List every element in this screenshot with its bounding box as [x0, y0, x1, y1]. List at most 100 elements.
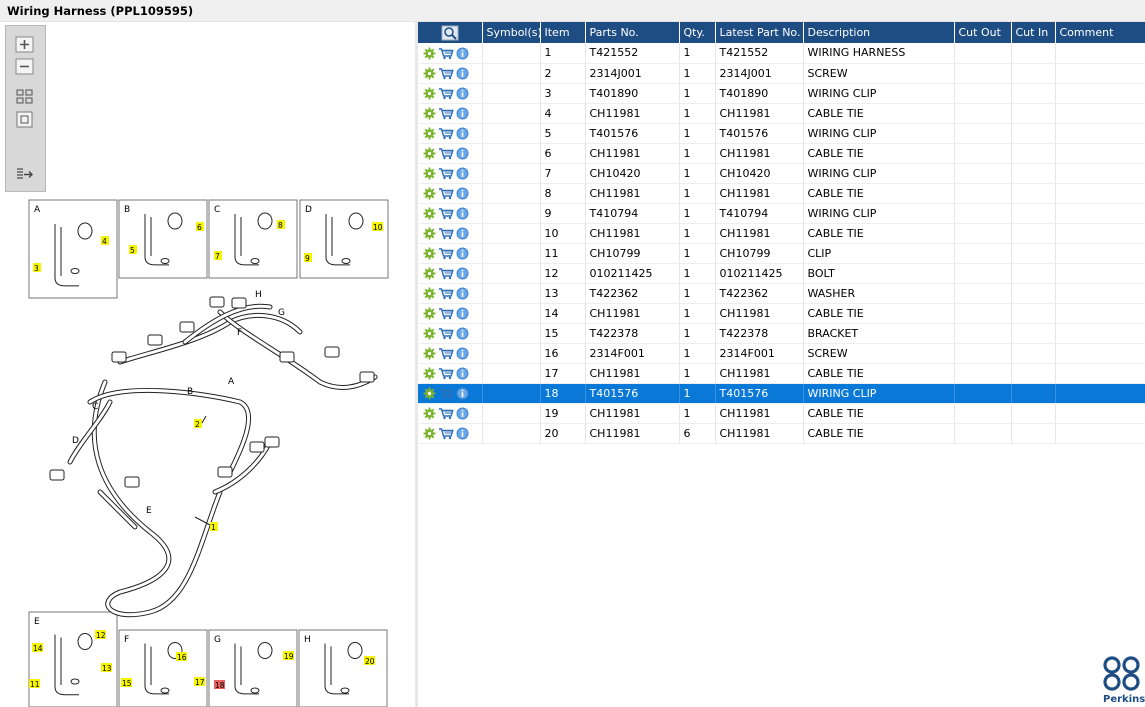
table-row[interactable]: 8 CH11981 1 CH11981 CABLE TIE: [418, 183, 1145, 204]
cart-icon[interactable]: [438, 386, 456, 399]
info-icon[interactable]: [456, 146, 471, 160]
gear-icon[interactable]: [423, 126, 438, 140]
gear-icon[interactable]: [423, 286, 438, 300]
info-icon[interactable]: [456, 186, 471, 200]
column-header-parts-no[interactable]: Parts No.: [585, 22, 680, 43]
table-row[interactable]: 9 T410794 1 T410794 WIRING CLIP: [418, 203, 1145, 224]
info-icon[interactable]: [456, 86, 471, 100]
gear-icon[interactable]: [423, 266, 438, 280]
table-row[interactable]: 10 CH11981 1 CH11981 CABLE TIE: [418, 223, 1145, 244]
table-row[interactable]: 6 CH11981 1 CH11981 CABLE TIE: [418, 143, 1145, 164]
cell-item: 5: [540, 123, 586, 144]
gear-icon[interactable]: [423, 326, 438, 340]
table-row[interactable]: 3 T401890 1 T401890 WIRING CLIP: [418, 83, 1145, 104]
gear-icon[interactable]: [423, 186, 438, 200]
column-header-latest-part-no[interactable]: Latest Part No.: [715, 22, 804, 43]
info-icon[interactable]: [456, 226, 471, 240]
column-header-qty[interactable]: Qty.: [679, 22, 716, 43]
info-icon[interactable]: [456, 306, 471, 320]
info-icon[interactable]: [456, 366, 471, 380]
info-icon[interactable]: [456, 346, 471, 360]
info-icon[interactable]: [456, 326, 471, 340]
cart-icon[interactable]: [438, 306, 456, 319]
column-header-tools[interactable]: [418, 22, 483, 43]
cart-icon[interactable]: [438, 206, 456, 219]
cart-icon[interactable]: [438, 426, 456, 439]
column-header-symbols[interactable]: Symbol(s): [482, 22, 541, 43]
cart-icon[interactable]: [438, 106, 456, 119]
cart-icon[interactable]: [438, 86, 456, 99]
gear-icon[interactable]: [423, 166, 438, 180]
cart-icon[interactable]: [438, 266, 456, 279]
cell-item: 14: [540, 303, 586, 324]
cell-qty: 1: [679, 123, 716, 144]
info-icon[interactable]: [456, 246, 471, 260]
gear-icon[interactable]: [423, 386, 438, 400]
cart-icon[interactable]: [438, 346, 456, 359]
cart-icon[interactable]: [438, 406, 456, 419]
cart-icon[interactable]: [438, 46, 456, 59]
table-row[interactable]: 15 T422378 1 T422378 BRACKET: [418, 323, 1145, 344]
gear-icon[interactable]: [423, 246, 438, 260]
column-header-description[interactable]: Description: [803, 22, 955, 43]
gear-icon[interactable]: [423, 306, 438, 320]
parts-table: Symbol(s) Item Parts No. Qty. Latest Par…: [418, 22, 1145, 444]
info-icon[interactable]: [456, 166, 471, 180]
gear-icon[interactable]: [423, 46, 438, 59]
callout-label: 3: [34, 264, 39, 273]
cart-icon[interactable]: [438, 186, 456, 199]
info-icon[interactable]: [456, 286, 471, 300]
cart-icon[interactable]: [438, 146, 456, 159]
table-row[interactable]: 2 2314J001 1 2314J001 SCREW: [418, 63, 1145, 84]
gear-icon[interactable]: [423, 226, 438, 240]
gear-icon[interactable]: [423, 426, 438, 440]
gear-icon[interactable]: [423, 366, 438, 380]
table-row[interactable]: 18 T401576 1 T401576 WIRING CLIP: [418, 383, 1145, 404]
gear-icon[interactable]: [423, 66, 438, 80]
table-row[interactable]: 19 CH11981 1 CH11981 CABLE TIE: [418, 403, 1145, 424]
column-header-item[interactable]: Item: [540, 22, 586, 43]
column-header-cut-out[interactable]: Cut Out: [954, 22, 1012, 43]
gear-icon[interactable]: [423, 346, 438, 360]
table-row[interactable]: 14 CH11981 1 CH11981 CABLE TIE: [418, 303, 1145, 324]
cart-icon[interactable]: [438, 286, 456, 299]
cart-icon[interactable]: [438, 66, 456, 79]
gear-icon[interactable]: [423, 146, 438, 160]
info-icon[interactable]: [456, 426, 471, 440]
column-header-comment[interactable]: Comment: [1055, 22, 1145, 43]
gear-icon[interactable]: [423, 406, 438, 420]
table-row[interactable]: 12 010211425 1 010211425 BOLT: [418, 263, 1145, 284]
info-icon[interactable]: [456, 126, 471, 140]
table-row[interactable]: 13 T422362 1 T422362 WASHER: [418, 283, 1145, 304]
table-row[interactable]: 17 CH11981 1 CH11981 CABLE TIE: [418, 363, 1145, 384]
cell-item: 13: [540, 283, 586, 304]
info-icon[interactable]: [456, 106, 471, 120]
table-row[interactable]: 20 CH11981 6 CH11981 CABLE TIE: [418, 423, 1145, 444]
cart-icon[interactable]: [438, 126, 456, 139]
cell-description: BOLT: [803, 263, 955, 284]
cart-icon[interactable]: [438, 326, 456, 339]
gear-icon[interactable]: [423, 86, 438, 100]
info-icon[interactable]: [456, 386, 471, 400]
table-row[interactable]: 16 2314F001 1 2314F001 SCREW: [418, 343, 1145, 364]
info-icon[interactable]: [456, 206, 471, 220]
cart-icon[interactable]: [438, 246, 456, 259]
table-row[interactable]: 7 CH10420 1 CH10420 WIRING CLIP: [418, 163, 1145, 184]
info-icon[interactable]: [456, 406, 471, 420]
harness-section-label: D: [72, 436, 79, 446]
magnifier-icon[interactable]: [441, 25, 459, 41]
info-icon[interactable]: [456, 66, 471, 80]
cart-icon[interactable]: [438, 226, 456, 239]
cart-icon[interactable]: [438, 166, 456, 179]
gear-icon[interactable]: [423, 206, 438, 220]
info-icon[interactable]: [456, 266, 471, 280]
info-icon[interactable]: [456, 46, 471, 59]
cart-icon[interactable]: [438, 366, 456, 379]
table-row[interactable]: 11 CH10799 1 CH10799 CLIP: [418, 243, 1145, 264]
table-row[interactable]: 4 CH11981 1 CH11981 CABLE TIE: [418, 103, 1145, 124]
column-header-cut-in[interactable]: Cut In: [1011, 22, 1056, 43]
table-row[interactable]: 1 T421552 1 T421552 WIRING HARNESS: [418, 43, 1145, 64]
table-row[interactable]: 5 T401576 1 T401576 WIRING CLIP: [418, 123, 1145, 144]
illustration-pane[interactable]: A 4 3 B 6 5 C 8 7 D 10 9 E 12 14 13 11 F 16 17 15 G 19 18 H 20 H G F…: [0, 22, 415, 707]
gear-icon[interactable]: [423, 106, 438, 120]
